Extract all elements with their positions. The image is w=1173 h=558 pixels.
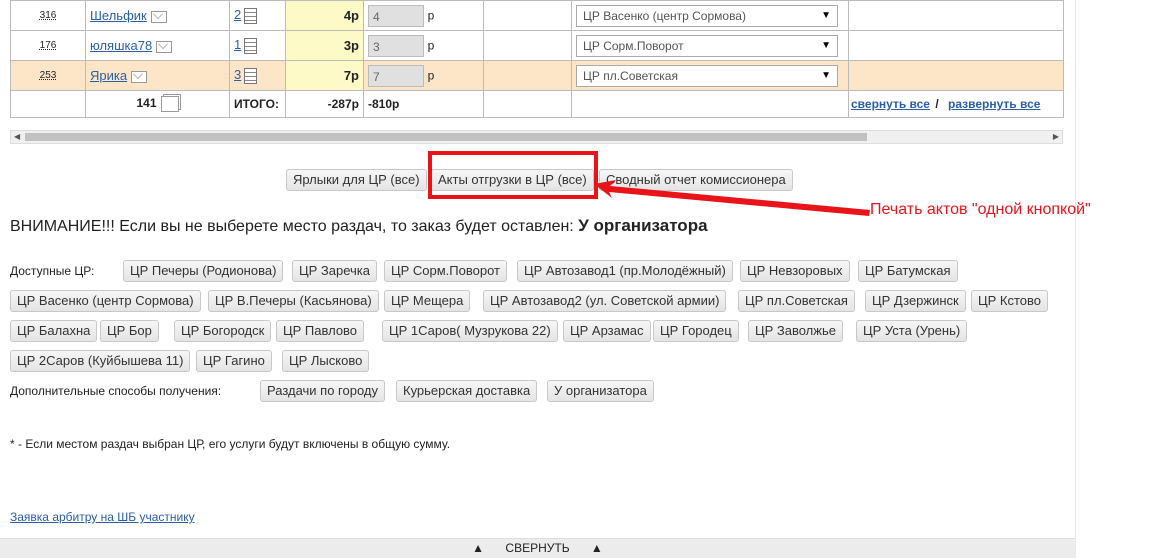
center-button[interactable]: ЦР Гагино xyxy=(196,350,272,372)
table-row: 253 Ярика 3 7р 7 р ЦР пл.Советская ▼ xyxy=(10,60,1064,91)
select-value: ЦР Васенко (центр Сормова) xyxy=(583,8,746,23)
extra-method-button[interactable]: Курьерская доставка xyxy=(396,380,538,402)
scrollbar-thumb[interactable] xyxy=(25,133,867,141)
arbiter-link[interactable]: Заявка арбитру на ШБ участнику xyxy=(10,510,195,524)
center-button[interactable]: ЦР Печеры (Родионова) xyxy=(123,260,284,282)
pickup-point-select[interactable]: ЦР пл.Советская ▼ xyxy=(576,64,838,87)
total-sum: -287р xyxy=(285,90,364,118)
warning-text: ВНИМАНИЕ!!! Если вы не выберете место ра… xyxy=(10,218,574,235)
document-icon[interactable] xyxy=(244,7,258,24)
center-button[interactable]: ЦР Мещера xyxy=(384,290,471,312)
dropdown-arrow-icon: ▼ xyxy=(821,39,831,51)
centers-row-2: ЦР Васенко (центр Сормова) ЦР В.Печеры (… xyxy=(10,290,1060,312)
up-arrow-icon: ▲ xyxy=(590,541,603,555)
center-button[interactable]: ЦР Заречка xyxy=(292,260,377,282)
link-separator: / xyxy=(935,97,939,111)
warning-message: ВНИМАНИЕ!!! Если вы не выберете место ра… xyxy=(10,216,708,236)
user-link[interactable]: юляшка78 xyxy=(90,38,152,53)
warning-target: У организатора xyxy=(578,216,708,235)
count-link[interactable]: 3 xyxy=(234,67,241,82)
center-button[interactable]: ЦР Городец xyxy=(653,320,739,342)
collapse-footer[interactable]: ▲ СВЕРНУТЬ ▲ xyxy=(0,538,1075,558)
center-button[interactable]: ЦР Сорм.Поворот xyxy=(384,260,507,282)
pickup-point-select[interactable]: ЦР Сорм.Поворот ▼ xyxy=(576,34,838,57)
extra-method-button[interactable]: Раздачи по городу xyxy=(260,380,386,402)
center-button[interactable]: ЦР Богородск xyxy=(174,320,272,342)
center-button[interactable]: ЦР Балахна xyxy=(10,320,98,342)
table-row: 316 Шельфик 2 4р 4 р ЦР Васенко (центр Сормов… xyxy=(10,0,1064,31)
expand-all-link[interactable]: развернуть все xyxy=(948,97,1040,111)
up-arrow-icon: ▲ xyxy=(472,541,485,555)
page-border xyxy=(1075,0,1076,557)
document-icon[interactable] xyxy=(244,37,258,54)
center-button[interactable]: ЦР Арзамас xyxy=(563,320,651,342)
center-button[interactable]: ЦР Батумская xyxy=(858,260,958,282)
amount-input[interactable]: 4 xyxy=(368,4,424,27)
center-button[interactable]: ЦР Васенко (центр Сормова) xyxy=(10,290,201,312)
centers-row-1: Доступные ЦР: ЦР Печеры (Родионова) ЦР З… xyxy=(10,260,1060,282)
user-link[interactable]: Шельфик xyxy=(90,8,147,23)
mail-icon[interactable] xyxy=(156,40,173,53)
stack-icon xyxy=(160,96,179,112)
unit-label: р xyxy=(427,37,435,52)
extra-methods-row: Дополнительные способы получения: Раздач… xyxy=(10,380,1060,402)
amount-cell: 4р xyxy=(285,0,364,31)
center-button[interactable]: ЦР Бор xyxy=(100,320,159,342)
center-button[interactable]: ЦР Лысково xyxy=(282,350,370,372)
user-link[interactable]: Ярика xyxy=(90,68,127,83)
row-number: 176 xyxy=(39,40,57,51)
amount-cell: 3р xyxy=(285,30,364,61)
scroll-left-icon[interactable]: ◀ xyxy=(14,132,20,141)
center-button[interactable]: ЦР Автозавод2 (ул. Советской армии) xyxy=(483,290,727,312)
available-label: Доступные ЦР: xyxy=(10,264,95,278)
row-number: 316 xyxy=(39,10,57,21)
extra-method-button[interactable]: У организатора xyxy=(547,380,654,402)
scroll-right-icon[interactable]: ▶ xyxy=(1053,132,1059,141)
mail-icon[interactable] xyxy=(150,10,167,23)
annotation-text: Печать актов "одной кнопкой" xyxy=(870,201,1091,218)
orders-table: 316 Шельфик 2 4р 4 р ЦР Васенко (центр Сормов… xyxy=(10,0,1064,118)
total-label: ИТОГО: xyxy=(229,90,286,118)
center-button[interactable]: ЦР 1Саров( Музрукова 22) xyxy=(382,320,558,342)
center-button[interactable]: ЦР пл.Советская xyxy=(738,290,855,312)
footnote: * - Если местом раздач выбран ЦР, его ус… xyxy=(10,437,451,451)
dropdown-arrow-icon: ▼ xyxy=(821,69,831,81)
unit-label: р xyxy=(427,7,435,22)
document-icon[interactable] xyxy=(244,67,258,84)
center-button[interactable]: ЦР Уста (Урень) xyxy=(856,320,968,342)
dropdown-arrow-icon: ▼ xyxy=(821,9,831,21)
center-button[interactable]: ЦР Дзержинск xyxy=(865,290,966,312)
centers-row-3: ЦР Балахна ЦР Бор ЦР Богородск ЦР Павлов… xyxy=(10,320,1060,342)
centers-row-4: ЦР 2Саров (Куйбышева 11) ЦР Гагино ЦР Лы… xyxy=(10,350,1060,372)
labels-print-button[interactable]: Ярлыки для ЦР (все) xyxy=(286,169,427,191)
amount-input[interactable]: 7 xyxy=(368,64,424,87)
center-button[interactable]: ЦР Заволжье xyxy=(748,320,843,342)
arrow-icon xyxy=(594,180,870,216)
center-button[interactable]: ЦР Автозавод1 (пр.Молодёжный) xyxy=(517,260,733,282)
center-button[interactable]: ЦР Павлово xyxy=(276,320,365,342)
count-link[interactable]: 2 xyxy=(234,7,241,22)
pickup-point-select[interactable]: ЦР Васенко (центр Сормова) ▼ xyxy=(576,4,838,27)
select-value: ЦР пл.Советская xyxy=(583,68,678,83)
select-value: ЦР Сорм.Поворот xyxy=(583,38,684,53)
center-button[interactable]: ЦР Невзоровых xyxy=(740,260,850,282)
center-button[interactable]: ЦР 2Саров (Куйбышева 11) xyxy=(10,350,191,372)
amount-cell: 7р xyxy=(285,60,364,91)
totals-row: 141 ИТОГО: -287р -810р свернуть все / ра… xyxy=(10,90,1064,118)
amount-input[interactable]: 3 xyxy=(368,34,424,57)
total-sum2: -810р xyxy=(363,90,484,118)
collapse-all-link[interactable]: свернуть все xyxy=(851,97,930,111)
horizontal-scrollbar[interactable]: ◀ ▶ xyxy=(10,130,1063,144)
total-count: 141 xyxy=(136,96,157,111)
center-button[interactable]: ЦР Кстово xyxy=(971,290,1049,312)
highlight-frame xyxy=(428,151,598,199)
mail-icon[interactable] xyxy=(131,70,148,83)
center-button[interactable]: ЦР В.Печеры (Касьянова) xyxy=(208,290,379,312)
row-number: 253 xyxy=(39,70,57,81)
count-link[interactable]: 1 xyxy=(234,37,241,52)
collapse-label: СВЕРНУТЬ xyxy=(505,541,570,555)
unit-label: р xyxy=(427,67,435,82)
table-row: 176 юляшка78 1 3р 3 р ЦР Сорм.Поворот ▼ xyxy=(10,30,1064,61)
extra-label: Дополнительные способы получения: xyxy=(10,384,222,398)
